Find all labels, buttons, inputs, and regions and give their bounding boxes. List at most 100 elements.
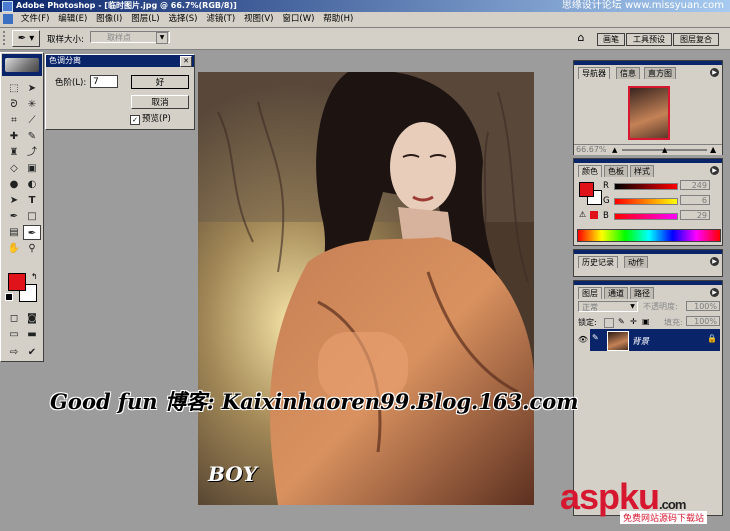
path-selection-icon[interactable]: ➤ — [5, 193, 23, 208]
toolbox-header[interactable] — [2, 54, 42, 76]
red-value[interactable]: 249 — [680, 180, 710, 190]
zoom-slider-thumb[interactable]: ▲ — [662, 146, 667, 154]
chevron-down-icon[interactable]: ▼ — [628, 302, 637, 311]
tab-navigator[interactable]: 导航器 — [578, 67, 610, 79]
screen-mode-standard-icon[interactable]: ▭ — [5, 327, 23, 342]
preview-checkbox[interactable]: ✓ — [130, 115, 140, 125]
lasso-icon[interactable]: ᘐ — [5, 97, 23, 112]
dialog-title-bar[interactable]: 色调分离 ✕ — [46, 55, 194, 67]
tab-layers[interactable]: 图层 — [578, 287, 602, 299]
sample-size-select[interactable]: 取样点 ▼ — [90, 31, 170, 44]
crop-icon[interactable]: ⌗ — [5, 113, 23, 128]
history-brush-icon[interactable]: ⤴ — [23, 145, 41, 160]
standard-mode-icon[interactable]: ◻ — [5, 311, 23, 326]
type-icon[interactable]: T — [23, 193, 41, 208]
close-icon[interactable]: ✕ — [180, 56, 192, 67]
gamut-color-swatch[interactable] — [590, 211, 598, 219]
clone-stamp-icon[interactable]: ♜ — [5, 145, 23, 160]
color-foreground-swatch[interactable] — [579, 182, 594, 197]
tab-layer-comps[interactable]: 图层复合 — [673, 33, 719, 46]
cancel-button[interactable]: 取消 — [131, 95, 189, 109]
panel-menu-icon[interactable]: ▶ — [710, 68, 719, 77]
blue-slider[interactable] — [614, 213, 678, 220]
menu-select[interactable]: 选择(S) — [165, 12, 200, 27]
tab-styles[interactable]: 样式 — [630, 165, 654, 177]
levels-input[interactable]: 7 — [90, 75, 118, 88]
lock-transparency-icon[interactable] — [604, 318, 614, 328]
menu-window[interactable]: 窗口(W) — [279, 12, 317, 27]
panel-menu-icon[interactable]: ▶ — [710, 166, 719, 175]
document-icon[interactable] — [3, 14, 13, 24]
swap-colors-icon[interactable]: ↰ — [31, 272, 38, 281]
file-browser-icon[interactable]: ⌂ — [574, 30, 588, 45]
history-panel-header[interactable] — [574, 250, 722, 254]
tab-histogram[interactable]: 直方图 — [644, 67, 676, 79]
quick-mask-icon[interactable]: ◙ — [23, 311, 41, 326]
eraser-icon[interactable]: ◇ — [5, 161, 23, 176]
move-icon[interactable]: ➤ — [23, 81, 41, 96]
jump-to-imageready-icon[interactable]: ⇨ — [5, 345, 23, 360]
magic-wand-icon[interactable]: ✳ — [23, 97, 41, 112]
tab-tool-presets[interactable]: 工具预设 — [626, 33, 672, 46]
tab-channels[interactable]: 通道 — [604, 287, 628, 299]
document-canvas[interactable] — [198, 72, 534, 505]
zoom-in-icon[interactable]: ▲ — [710, 145, 716, 154]
tab-swatches[interactable]: 色板 — [604, 165, 628, 177]
lock-all-icon[interactable]: ▣ — [642, 317, 650, 326]
tab-history[interactable]: 历史记录 — [578, 256, 618, 268]
lock-pixels-icon[interactable]: ✎ — [618, 317, 625, 326]
panel-menu-icon[interactable]: ▶ — [710, 257, 719, 266]
chevron-down-icon[interactable]: ▼ — [156, 32, 168, 44]
tab-brushes[interactable]: 画笔 — [597, 33, 625, 46]
menu-edit[interactable]: 编辑(E) — [55, 12, 90, 27]
shape-icon[interactable]: □ — [23, 209, 41, 224]
checkmark-icon[interactable]: ✔ — [23, 345, 41, 360]
tab-info[interactable]: 信息 — [616, 67, 640, 79]
tab-color[interactable]: 颜色 — [578, 165, 602, 177]
eyedropper-tool-icon[interactable]: ✒ — [23, 225, 41, 240]
gamut-warning-icon[interactable]: ⚠ — [579, 210, 586, 219]
layer-row-background[interactable]: 👁 ✎ 背景 🔒 — [576, 329, 720, 351]
ok-button[interactable]: 好 — [131, 75, 189, 89]
eye-icon[interactable]: 👁 — [576, 329, 590, 351]
green-value[interactable]: 6 — [680, 195, 710, 205]
marquee-icon[interactable]: ⬚ — [5, 81, 23, 96]
zoom-out-icon[interactable]: ▲ — [612, 146, 617, 154]
slice-icon[interactable]: ⟋ — [23, 113, 41, 128]
green-slider[interactable] — [614, 198, 678, 205]
zoom-icon[interactable]: ⚲ — [23, 241, 41, 256]
screen-mode-full-icon[interactable]: ▬ — [23, 327, 41, 342]
notes-icon[interactable]: ▤ — [5, 225, 23, 240]
color-panel-header[interactable] — [574, 159, 722, 163]
menu-file[interactable]: 文件(F) — [18, 12, 53, 27]
dodge-icon[interactable]: ◐ — [23, 177, 41, 192]
navigator-header[interactable] — [574, 61, 722, 65]
tab-paths[interactable]: 路径 — [630, 287, 654, 299]
healing-brush-icon[interactable]: ✚ — [5, 129, 23, 144]
gradient-icon[interactable]: ▣ — [23, 161, 41, 176]
tab-actions[interactable]: 动作 — [624, 256, 648, 268]
navigator-thumbnail[interactable] — [628, 86, 670, 140]
opacity-value[interactable]: 100% — [686, 301, 720, 311]
layers-panel-header[interactable] — [574, 281, 722, 285]
blue-value[interactable]: 29 — [680, 210, 710, 220]
color-spectrum-bar[interactable] — [577, 229, 721, 242]
red-slider[interactable] — [614, 183, 678, 190]
pen-icon[interactable]: ✒ — [5, 209, 23, 224]
eyedropper-icon[interactable]: ✒ ▾ — [12, 30, 40, 47]
fill-value[interactable]: 100% — [686, 316, 720, 326]
foreground-color-swatch[interactable] — [8, 273, 26, 291]
blend-mode-select[interactable]: 正常 ▼ — [578, 301, 638, 312]
menu-view[interactable]: 视图(V) — [241, 12, 276, 27]
panel-menu-icon[interactable]: ▶ — [710, 288, 719, 297]
menu-image[interactable]: 图像(I) — [93, 12, 125, 27]
menu-help[interactable]: 帮助(H) — [320, 12, 356, 27]
menu-filter[interactable]: 滤镜(T) — [203, 12, 238, 27]
brush-link-icon[interactable]: ✎ — [592, 333, 602, 347]
hand-icon[interactable]: ✋ — [5, 241, 23, 256]
blur-icon[interactable]: ● — [5, 177, 23, 192]
menu-layer[interactable]: 图层(L) — [128, 12, 162, 27]
lock-position-icon[interactable]: ✛ — [630, 317, 637, 326]
brush-icon[interactable]: ✎ — [23, 129, 41, 144]
default-colors-icon[interactable] — [5, 293, 13, 301]
